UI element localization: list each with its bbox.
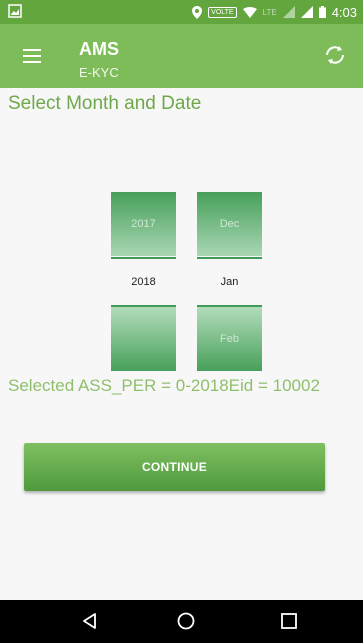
year-picker[interactable]: 2017 2018	[111, 192, 176, 372]
navigation-bar	[0, 600, 363, 643]
image-icon	[8, 4, 22, 18]
status-icons: VOLTE LTE 4:03	[192, 0, 357, 24]
status-bar: VOLTE LTE 4:03	[0, 0, 363, 24]
month-selected-value[interactable]: Jan	[197, 258, 262, 306]
recent-apps-icon[interactable]	[279, 611, 299, 631]
page-title: Select Month and Date	[8, 93, 202, 114]
wifi-icon	[242, 6, 257, 18]
selected-period-text: Selected ASS_PER = 0-2018Eid = 10002	[8, 376, 320, 395]
refresh-icon[interactable]	[322, 42, 348, 68]
app-bar: AMS E-KYC	[0, 24, 363, 88]
lte-label: LTE	[262, 7, 277, 17]
location-icon	[192, 5, 203, 19]
year-selected-value[interactable]: 2018	[111, 258, 176, 306]
app-subtitle: E-KYC	[79, 65, 119, 80]
month-next-value[interactable]: Feb	[197, 307, 262, 371]
hamburger-menu-icon[interactable]	[22, 46, 42, 66]
battery-icon	[318, 6, 326, 18]
signal-icon	[300, 6, 313, 18]
year-next-value[interactable]	[111, 307, 176, 371]
app-title: AMS	[79, 39, 119, 59]
month-prev-value[interactable]: Dec	[197, 192, 262, 256]
back-icon[interactable]	[80, 611, 100, 631]
status-time: 4:03	[331, 4, 357, 20]
volte-badge: VOLTE	[208, 6, 237, 18]
home-icon[interactable]	[176, 611, 196, 631]
lte-signal-icon	[282, 6, 295, 18]
year-prev-value[interactable]: 2017	[111, 192, 176, 256]
month-picker[interactable]: Dec Jan Feb	[197, 192, 262, 372]
continue-button[interactable]: CONTINUE	[24, 443, 325, 491]
